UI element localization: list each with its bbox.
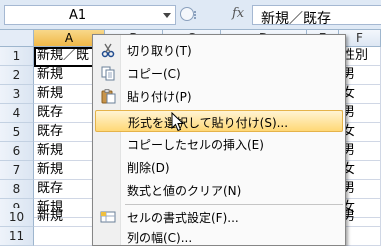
formula-content: 新規／既存 [261, 11, 331, 27]
menu-item-cut[interactable]: 切り取り(T) [95, 39, 343, 61]
grip-handle-icon[interactable] [194, 11, 199, 19]
menu-separator [125, 204, 343, 205]
row-header[interactable]: 10 [0, 208, 34, 227]
menu-item-copy[interactable]: コピー(C) [95, 62, 343, 84]
menu-item-clear-contents[interactable]: 数式と値のクリア(N) [95, 179, 343, 201]
menu-item-label: 列の幅(C)... [127, 231, 193, 245]
menu-item-format-cells[interactable]: セルの書式設定(F)... [95, 206, 343, 228]
insert-function-icon[interactable]: fx [232, 6, 244, 21]
menu-item-label: 数式と値のクリア(N) [127, 184, 242, 198]
menu-item-label: 切り取り(T) [127, 44, 192, 58]
mouse-cursor-icon [171, 112, 185, 132]
row-header[interactable]: 3 [0, 85, 34, 104]
scissors-icon [101, 43, 115, 58]
menu-item-label: 削除(D) [127, 161, 170, 175]
row-header[interactable]: 6 [0, 142, 34, 161]
expand-circle-icon[interactable] [180, 7, 194, 21]
row-header[interactable]: 5 [0, 123, 34, 142]
menu-item-label: 形式を選択して貼り付け(S)... [128, 116, 289, 130]
row-header[interactable]: 7 [0, 161, 34, 180]
row-header[interactable]: 4 [0, 104, 34, 123]
formula-input[interactable]: 新規／既存 [252, 5, 381, 27]
menu-item-paste-special[interactable]: 形式を選択して貼り付け(S)... [95, 110, 343, 132]
menu-item-insert-copied-cells[interactable]: コピーしたセルの挿入(E) [95, 133, 343, 155]
menu-item-label: コピーしたセルの挿入(E) [127, 138, 264, 152]
name-box-value: A1 [69, 8, 87, 23]
menu-item-label: コピー(C) [127, 67, 181, 81]
row-header[interactable]: 1 [0, 47, 34, 66]
menu-item-column-width[interactable]: 列の幅(C)... [95, 226, 343, 246]
row-header[interactable]: 2 [0, 66, 34, 85]
row-header[interactable]: 8 [0, 180, 34, 199]
paste-icon [101, 89, 116, 104]
row-header[interactable]: 11 [0, 227, 34, 246]
context-menu: 切り取り(T) コピー(C) 貼り付け(P) 形式を選択して貼り付け(S)...… [92, 34, 346, 246]
name-box[interactable]: A1 [4, 5, 176, 25]
chevron-down-icon[interactable] [163, 13, 171, 18]
copy-icon [101, 66, 115, 81]
menu-item-label: 貼り付け(P) [127, 90, 192, 104]
menu-item-delete[interactable]: 削除(D) [95, 156, 343, 178]
select-all-corner[interactable] [0, 30, 34, 47]
format-cells-icon [100, 211, 116, 223]
menu-item-label: セルの書式設定(F)... [127, 211, 239, 225]
menu-item-paste[interactable]: 貼り付け(P) [95, 85, 343, 107]
formula-bar: A1 fx 新規／既存 [0, 0, 381, 30]
